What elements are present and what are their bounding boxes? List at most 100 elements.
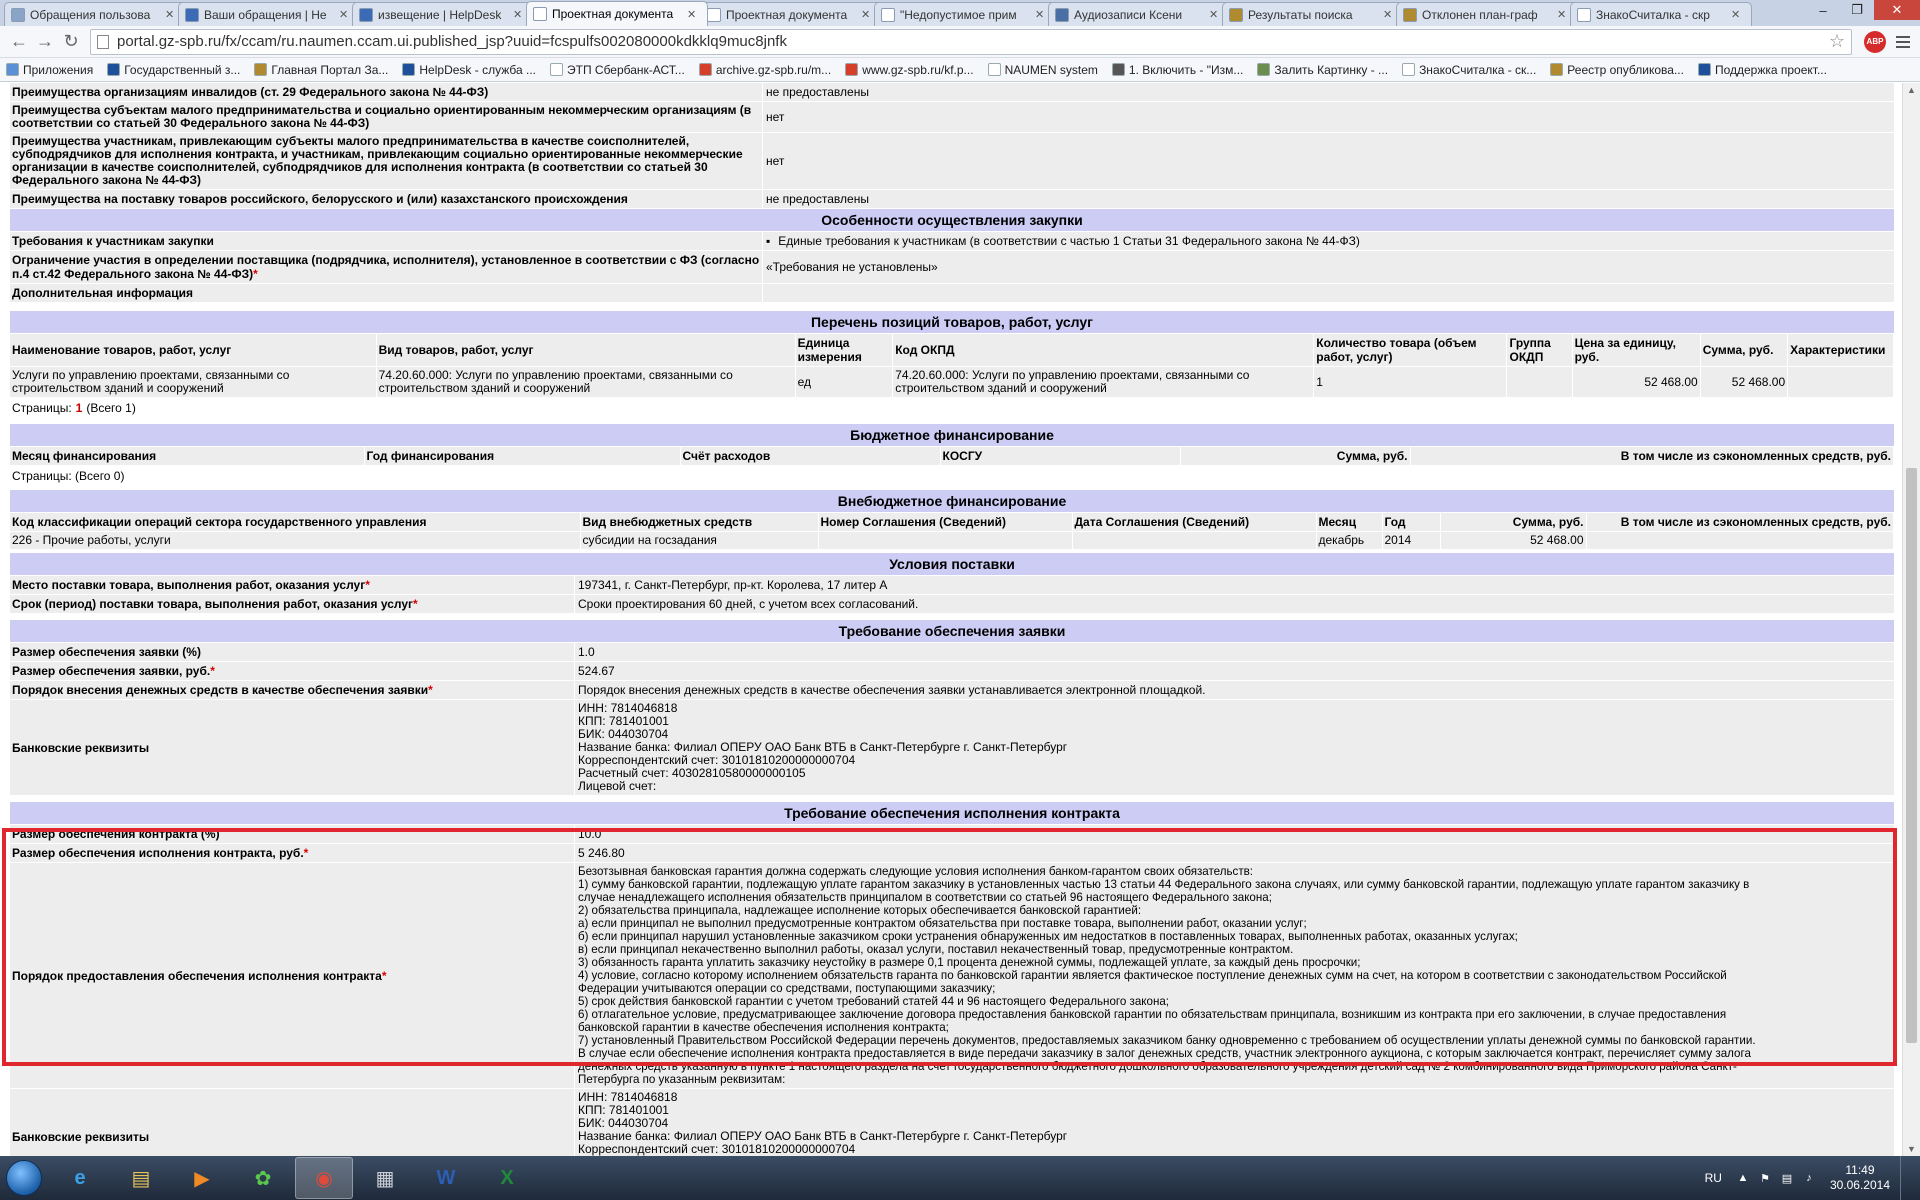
tab-close-icon[interactable]: ✕: [1035, 8, 1047, 21]
taskbar-icq-icon[interactable]: ✿: [234, 1157, 292, 1199]
tab-title: ЗнакоСчиталка - скр: [1596, 7, 1710, 22]
label-delivery-term: Срок (период) поставки товара, выполнени…: [12, 597, 414, 611]
section-title-offbudget: Внебюджетное финансирование: [10, 490, 1894, 513]
bookmark-item[interactable]: HelpDesk - служба ...: [402, 63, 536, 77]
browser-tab[interactable]: извещение | HelpDesk ✕: [352, 2, 534, 26]
taskbar-excel-icon[interactable]: X: [478, 1157, 536, 1199]
column-header[interactable]: Код классификации операций сектора госуд…: [10, 513, 581, 532]
browser-tab[interactable]: Ваши обращения | He ✕: [178, 2, 360, 26]
reload-icon[interactable]: ↻: [58, 29, 84, 55]
tab-close-icon[interactable]: ✕: [1731, 8, 1743, 21]
bookmark-item[interactable]: Залить Картинку - ...: [1257, 63, 1388, 77]
tab-favicon-icon: [707, 7, 721, 22]
address-bar[interactable]: portal.gz-spb.ru/fx/ccam/ru.naumen.ccam.…: [90, 28, 1852, 55]
volume-icon[interactable]: ♪: [1802, 1171, 1816, 1185]
bookmark-item[interactable]: ЭТП Сбербанк-АСТ...: [549, 63, 685, 77]
column-header: Год: [1382, 513, 1441, 532]
tray-expand-icon[interactable]: ▲: [1736, 1171, 1750, 1185]
bookmark-favicon-icon: [6, 63, 19, 76]
bookmark-favicon-icon: [1111, 63, 1125, 76]
taskbar-explorer-icon[interactable]: ▤: [112, 1157, 170, 1199]
tab-close-icon[interactable]: ✕: [861, 8, 873, 21]
tab-close-icon[interactable]: ✕: [1557, 8, 1569, 21]
tab-title: Проектная документа: [726, 7, 848, 22]
back-icon[interactable]: ←: [6, 29, 32, 55]
show-desktop-button[interactable]: [1900, 1156, 1914, 1200]
text-line: В случае если обеспечение исполнения кон…: [578, 1047, 1751, 1060]
network-icon[interactable]: ▤: [1780, 1171, 1794, 1185]
browser-tab[interactable]: Проектная документа ✕: [700, 2, 882, 26]
taskbar-calculator-icon[interactable]: ▦: [356, 1157, 414, 1199]
bookmark-item[interactable]: 1. Включить - "Изм...: [1111, 63, 1243, 77]
vertical-scrollbar[interactable]: ▲ ▼: [1902, 83, 1920, 1156]
bookmark-label: NAUMEN system: [1004, 62, 1098, 77]
label-bid-security-pct: Размер обеспечения заявки (%): [10, 643, 575, 661]
bookmark-item[interactable]: Поддержка проект...: [1697, 63, 1827, 77]
minimize-icon[interactable]: –: [1806, 0, 1840, 20]
tab-close-icon[interactable]: ✕: [1383, 8, 1395, 21]
bookmark-item[interactable]: Главная Портал За...: [254, 63, 388, 77]
section-title-items: Перечень позиций товаров, работ, услуг: [10, 311, 1894, 334]
bookmark-item[interactable]: Приложения: [6, 63, 93, 77]
tab-close-icon[interactable]: ✕: [165, 8, 177, 21]
menu-icon[interactable]: [1892, 35, 1914, 48]
bookmark-star-icon[interactable]: ☆: [1829, 31, 1845, 52]
bookmark-item[interactable]: ЗнакоСчиталка - ск...: [1402, 63, 1536, 77]
text-line: Федерации учитываются операции со средст…: [578, 982, 996, 995]
bookmark-item[interactable]: Государственный з...: [107, 63, 240, 77]
tab-title: Результаты поиска: [1248, 7, 1353, 22]
bookmark-item[interactable]: archive.gz-spb.ru/m...: [698, 63, 831, 77]
tab-close-icon[interactable]: ✕: [687, 8, 699, 21]
forward-icon[interactable]: →: [32, 29, 58, 55]
close-window-icon[interactable]: ✕: [1874, 0, 1920, 20]
row-preference: Преимущества на поставку товаров российс…: [10, 190, 1894, 209]
required-mark: *: [413, 597, 418, 611]
clock[interactable]: 11:49 30.06.2014: [1830, 1163, 1890, 1193]
bookmark-item[interactable]: Реестр опубликова...: [1550, 63, 1684, 77]
scroll-up-icon[interactable]: ▲: [1907, 85, 1916, 95]
bookmark-item[interactable]: www.gz-spb.ru/kf.p...: [845, 63, 974, 77]
text-line: Лицевой счет:: [578, 779, 657, 793]
flag-icon[interactable]: ⚑: [1758, 1171, 1772, 1185]
browser-tab[interactable]: ЗнакоСчиталка - скр ✕: [1570, 2, 1752, 26]
browser-tab[interactable]: Аудиозаписи Ксени ✕: [1048, 2, 1230, 26]
row-bid-security-order: Порядок внесения денежных средств в каче…: [10, 681, 1894, 700]
column-header: Цена за единицу, руб.: [1572, 334, 1701, 367]
browser-tab[interactable]: Проектная документа ✕: [526, 1, 708, 26]
bookmark-item[interactable]: NAUMEN system: [987, 62, 1098, 77]
browser-tab[interactable]: "Недопустимое прим ✕: [874, 2, 1056, 26]
table-row: 226 - Прочие работы, услуги субсидии на г…: [10, 531, 1894, 550]
tab-close-icon[interactable]: ✕: [1209, 8, 1221, 21]
row-delivery-term: Срок (период) поставки товара, выполнени…: [10, 595, 1894, 614]
browser-tab[interactable]: Результаты поиска ✕: [1222, 2, 1404, 26]
tab-close-icon[interactable]: ✕: [513, 8, 525, 21]
scrollbar-thumb[interactable]: [1906, 468, 1917, 1043]
row-participation-limit: Ограничение участия в определении постав…: [10, 251, 1894, 284]
url-text[interactable]: portal.gz-spb.ru/fx/ccam/ru.naumen.ccam.…: [117, 33, 1829, 50]
taskbar-word-icon[interactable]: W: [417, 1157, 475, 1199]
label-preference: Преимущества на поставку товаров российс…: [10, 190, 763, 208]
browser-tab[interactable]: Обращения пользова ✕: [4, 2, 186, 26]
scroll-down-icon[interactable]: ▼: [1907, 1144, 1916, 1154]
taskbar-media-icon[interactable]: ▶: [173, 1157, 231, 1199]
tab-favicon-icon: [1229, 7, 1243, 22]
column-header[interactable]: Месяц финансирования: [10, 447, 365, 466]
start-button[interactable]: [0, 1156, 48, 1200]
row-delivery-place: Место поставки товара, выполнения работ,…: [10, 576, 1894, 595]
items-table: Наименование товаров, работ, услуг Вид то…: [10, 334, 1894, 398]
table-cell: 2014: [1382, 531, 1441, 550]
label-bid-security-order: Порядок внесения денежных средств в каче…: [12, 683, 429, 697]
column-header: Вид товаров, работ, услуг: [376, 334, 796, 367]
maximize-icon[interactable]: ❐: [1840, 0, 1874, 20]
pager-current-page[interactable]: 1: [76, 401, 83, 415]
table-row: Услуги по управлению проектами, связанны…: [10, 366, 1894, 398]
adblock-icon[interactable]: ABP: [1864, 30, 1886, 53]
taskbar-ie-icon[interactable]: e: [51, 1157, 109, 1199]
language-indicator[interactable]: RU: [1705, 1171, 1722, 1185]
page-viewport: Преимущества организациям инвалидов (ст.…: [0, 83, 1902, 1156]
column-header: Сумма, руб.: [1440, 513, 1587, 532]
column-header[interactable]: Наименование товаров, работ, услуг: [10, 334, 377, 367]
taskbar-chrome-icon[interactable]: ◉: [295, 1157, 353, 1199]
tab-close-icon[interactable]: ✕: [339, 8, 351, 21]
browser-tab[interactable]: Отклонен план-граф ✕: [1396, 2, 1578, 26]
